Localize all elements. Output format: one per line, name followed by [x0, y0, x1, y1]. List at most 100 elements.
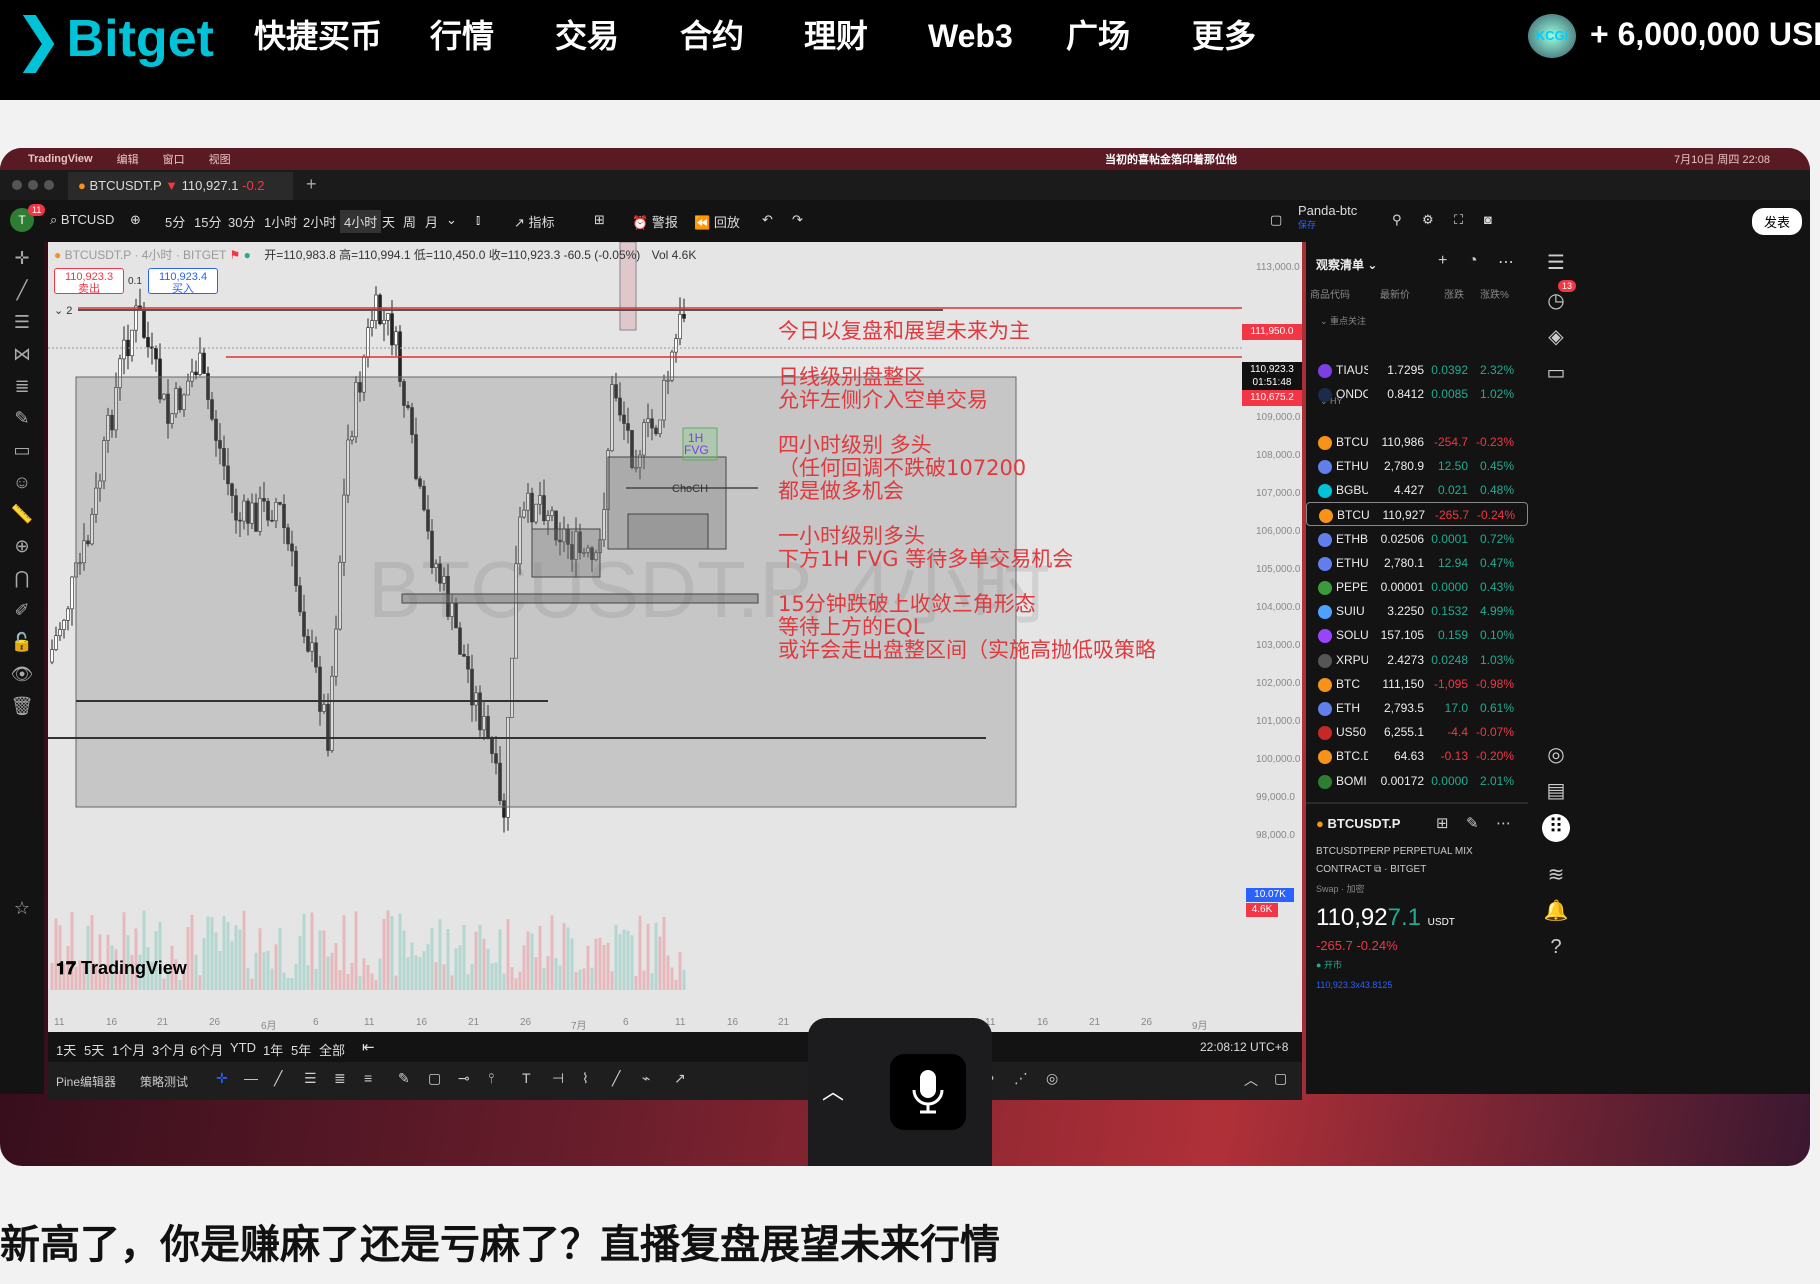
- mac-menu-view[interactable]: 视图: [209, 151, 231, 167]
- segment-tool-icon[interactable]: ╱: [612, 1070, 620, 1087]
- add-symbol-icon[interactable]: ⊕: [130, 212, 141, 228]
- watchlist-more-icon[interactable]: ⋯: [1498, 252, 1514, 272]
- interval-dropdown-icon[interactable]: ⌄: [446, 212, 457, 228]
- brush-icon[interactable]: ✎: [0, 402, 44, 434]
- lock-icon[interactable]: 🔓: [0, 626, 44, 658]
- hline-tool-icon[interactable]: ⊸: [458, 1070, 470, 1087]
- layers-icon[interactable]: ◈: [1542, 324, 1570, 352]
- horizontal-lines-icon[interactable]: ☰: [0, 306, 44, 338]
- trend-line-icon[interactable]: ╱: [0, 274, 44, 306]
- watchlist-row[interactable]: BGBU 4.427 0.021 0.48%: [1306, 478, 1528, 502]
- calendar-icon[interactable]: ▤: [1542, 778, 1570, 806]
- detail-grid-icon[interactable]: ⊞: [1436, 814, 1449, 832]
- channel-tool-icon[interactable]: ☰: [304, 1070, 317, 1087]
- watchlist-row[interactable]: XRPU 2.4273 0.0248 1.03%: [1306, 648, 1528, 672]
- rectangle-tool-icon[interactable]: ▢: [428, 1070, 441, 1087]
- video-title[interactable]: 新高了，你是赚麻了还是亏麻了？直播复盘展望未来行情: [0, 1212, 1000, 1270]
- gann-tool-icon[interactable]: ≡: [364, 1070, 372, 1086]
- layout-name[interactable]: Panda-btc 保存: [1298, 204, 1357, 232]
- favorite-star-icon[interactable]: ☆: [0, 892, 44, 924]
- measure-tool-icon[interactable]: ⊣: [552, 1070, 564, 1087]
- vline-tool-icon[interactable]: ⫯: [488, 1070, 494, 1087]
- range-5y[interactable]: 5年: [291, 1040, 311, 1059]
- ruler-icon[interactable]: 📏: [0, 498, 44, 530]
- watchlist-icon[interactable]: ☰: [1542, 250, 1570, 278]
- watchlist-row[interactable]: TIAUS 1.7295 0.0392 2.32%: [1306, 358, 1528, 382]
- lock-drawing-icon[interactable]: ✐: [0, 594, 44, 626]
- apps-grid-icon[interactable]: ⠿: [1542, 814, 1570, 842]
- pattern-icon[interactable]: ⋈: [0, 338, 44, 370]
- layout-grid-icon[interactable]: ⊞: [594, 212, 605, 228]
- range-1y[interactable]: 1年: [263, 1040, 283, 1059]
- nav-futures[interactable]: 合约: [680, 12, 744, 60]
- nav-trade[interactable]: 交易: [555, 12, 619, 60]
- buy-button[interactable]: 110,923.4 买入: [148, 268, 218, 295]
- text-tool-icon[interactable]: T: [522, 1070, 531, 1086]
- watchlist-row[interactable]: BOMI 0.00172 0.0000 2.01%: [1306, 769, 1528, 793]
- alerts-clock-icon[interactable]: ◷: [1542, 288, 1570, 316]
- text-note-icon[interactable]: ▭: [0, 434, 44, 466]
- add-symbol-plus-icon[interactable]: +: [1438, 252, 1447, 270]
- watchlist-row[interactable]: BTCU 110,927 -265.7 -0.24%: [1306, 502, 1528, 526]
- microphone-button[interactable]: [890, 1054, 966, 1130]
- chart-canvas[interactable]: BTCUSDT.P, 4小时 1H FVG ChoCH 今日以复盘和展望未来为主…: [48, 242, 1242, 1014]
- publish-button[interactable]: 发表: [1752, 208, 1803, 235]
- watchlist-row[interactable]: SOLU 157.105 0.159 0.10%: [1306, 623, 1528, 647]
- ray-tool-icon[interactable]: ╱: [274, 1070, 282, 1087]
- range-all[interactable]: 全部: [319, 1040, 345, 1059]
- col-symbol[interactable]: 商品代码: [1310, 286, 1350, 301]
- consolidation-box[interactable]: [531, 528, 601, 578]
- detail-symbol[interactable]: ● BTCUSDT.P: [1316, 816, 1400, 831]
- indicator-collapse[interactable]: ⌄ 2: [54, 304, 72, 317]
- line-tool-icon[interactable]: —: [244, 1070, 258, 1086]
- help-icon[interactable]: ?: [1542, 936, 1570, 964]
- watchlist-row[interactable]: ETHU 2,780.1 12.94 0.47%: [1306, 551, 1528, 575]
- mac-menu-edit[interactable]: 编辑: [117, 151, 139, 167]
- watchlist-row[interactable]: ONDO 0.8412 0.0085 1.02%: [1306, 382, 1528, 406]
- polyline-tool-icon[interactable]: ⌁: [642, 1070, 650, 1087]
- watchlist-row[interactable]: US50 6,255.1 -4.4 -0.07%: [1306, 720, 1528, 744]
- interval-1h[interactable]: 1小时: [264, 212, 297, 231]
- interval-15m[interactable]: 15分: [194, 212, 221, 231]
- video-frame[interactable]: TradingView 编辑 窗口 视图 当初的喜帖金箔印着那位他 7月10日 …: [0, 148, 1810, 1166]
- arrow-tool-icon[interactable]: ↗: [674, 1070, 686, 1087]
- bell-icon[interactable]: 🔔: [1542, 898, 1570, 926]
- path-tool-icon[interactable]: ⌇: [582, 1070, 589, 1087]
- nav-square[interactable]: 广场: [1066, 12, 1130, 60]
- nav-more[interactable]: 更多: [1192, 12, 1256, 60]
- interval-week[interactable]: 周: [403, 212, 416, 231]
- range-ytd[interactable]: YTD: [230, 1040, 256, 1055]
- browser-tab[interactable]: ● BTCUSDT.P ▼ 110,927.1 -0.2: [68, 172, 293, 200]
- eye-icon[interactable]: 👁: [0, 658, 44, 690]
- mac-menu-app[interactable]: TradingView: [28, 153, 93, 165]
- nav-markets[interactable]: 行情: [430, 12, 494, 60]
- range-1d[interactable]: 1天: [56, 1040, 76, 1059]
- watchlist-row[interactable]: PEPE 0.00001 0.0000 0.43%: [1306, 575, 1528, 599]
- collapse-panel-icon[interactable]: ︿: [1244, 1070, 1258, 1090]
- fullscreen-icon[interactable]: ⛶: [1454, 212, 1463, 228]
- alert-button[interactable]: ⏰ 警报: [632, 212, 678, 231]
- candle-type-icon[interactable]: ⫾: [476, 212, 480, 228]
- promo-text[interactable]: + 6,000,000 USD: [1590, 16, 1820, 53]
- interval-day[interactable]: 天: [382, 212, 395, 231]
- interval-5m[interactable]: 5分: [165, 212, 185, 231]
- interval-4h[interactable]: 4小时: [340, 210, 382, 233]
- target-tool-icon[interactable]: ◎: [1046, 1070, 1058, 1087]
- range-6m[interactable]: 6个月: [190, 1040, 223, 1059]
- watchlist-row[interactable]: ETHB 0.02506 0.0001 0.72%: [1306, 527, 1528, 551]
- chart-clock[interactable]: 22:08:12 UTC+8: [1200, 1040, 1288, 1054]
- range-3m[interactable]: 3个月: [152, 1040, 185, 1059]
- camera-icon[interactable]: ◙: [1484, 212, 1492, 227]
- chevron-up-icon[interactable]: ︿: [822, 1074, 844, 1106]
- chart-legend[interactable]: ● BTCUSDT.P · 4小时 · BITGET ⚑ ● 开=110,983…: [54, 246, 696, 263]
- interval-30m[interactable]: 30分: [228, 212, 255, 231]
- group-watch[interactable]: ⌄ 重点关注: [1320, 314, 1366, 327]
- undo-icon[interactable]: ↶: [762, 212, 773, 228]
- trash-icon[interactable]: 🗑: [0, 690, 44, 722]
- tab-pine-editor[interactable]: Pine编辑器: [56, 1073, 116, 1090]
- quick-search-icon[interactable]: ⚲: [1392, 212, 1402, 228]
- fib-tool-icon[interactable]: ≣: [334, 1070, 346, 1087]
- window-controls[interactable]: [12, 180, 54, 190]
- watchlist-row[interactable]: ETH 2,793.5 17.0 0.61%: [1306, 696, 1528, 720]
- zoom-in-icon[interactable]: ⊕: [0, 530, 44, 562]
